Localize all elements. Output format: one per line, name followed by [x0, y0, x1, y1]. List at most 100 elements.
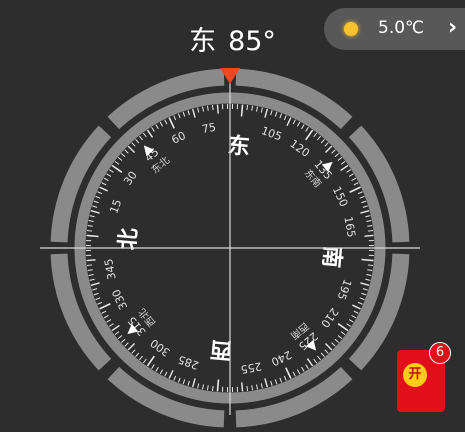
- tick-mark: [117, 335, 123, 340]
- tick-mark: [135, 352, 140, 358]
- tick-mark: [146, 355, 155, 367]
- tick-mark: [340, 164, 349, 172]
- tick-mark: [274, 379, 278, 385]
- degree-label: 195: [334, 277, 353, 301]
- tick-mark: [346, 169, 352, 173]
- tick-mark: [251, 105, 254, 111]
- tick-mark: [138, 135, 143, 141]
- tick-mark: [89, 278, 95, 281]
- tick-mark: [362, 288, 368, 291]
- tick-mark: [305, 126, 309, 132]
- tick-mark: [206, 385, 209, 391]
- tick-mark: [164, 119, 168, 125]
- tick-mark: [324, 145, 333, 154]
- tick-mark: [367, 224, 373, 227]
- tick-mark: [138, 355, 143, 361]
- tick-mark: [155, 366, 159, 372]
- tick-mark: [97, 301, 103, 305]
- tick-mark: [324, 349, 329, 354]
- tick-mark: [296, 121, 301, 127]
- tick-mark: [260, 107, 263, 113]
- tick-mark: [87, 224, 93, 227]
- degree-label: 345: [102, 258, 118, 281]
- tick-mark: [324, 342, 333, 351]
- tick-mark: [182, 379, 186, 385]
- tick-mark: [367, 264, 373, 267]
- tick-mark: [348, 319, 354, 323]
- tick-mark: [366, 220, 372, 222]
- tick-mark: [88, 274, 94, 276]
- red-packet-button[interactable]: 开 6: [397, 342, 451, 412]
- tick-mark: [87, 229, 93, 232]
- tick-mark: [111, 324, 120, 332]
- tick-mark: [367, 229, 373, 232]
- tick-mark: [274, 111, 278, 117]
- tick-mark: [357, 191, 363, 195]
- tick-mark: [117, 156, 123, 161]
- tick-mark: [286, 117, 292, 126]
- tick-mark: [177, 113, 181, 119]
- tick-mark: [313, 358, 318, 364]
- tick-mark: [192, 108, 196, 118]
- tick-mark: [120, 338, 126, 343]
- tick-mark: [92, 205, 98, 208]
- tick-mark: [346, 323, 352, 327]
- tick-mark: [264, 108, 268, 118]
- tick-mark: [173, 115, 177, 121]
- tick-mark: [103, 177, 109, 182]
- tick-mark: [365, 215, 371, 218]
- tick-mark: [120, 153, 126, 158]
- tick-mark: [348, 173, 354, 177]
- tick-mark: [251, 385, 254, 391]
- tick-mark: [279, 113, 283, 119]
- tick-mark: [99, 186, 108, 192]
- tick-mark: [106, 173, 112, 177]
- tick-mark: [86, 259, 96, 262]
- tick-mark: [164, 371, 168, 377]
- tick-mark: [364, 234, 374, 237]
- degree-label: 300: [148, 336, 173, 359]
- compass-dial: 1530456075 105120135150165195210225240255…: [40, 68, 420, 428]
- tick-mark: [361, 292, 367, 296]
- tick-mark: [106, 319, 112, 323]
- tick-mark: [216, 379, 220, 392]
- degree-label: 255: [240, 359, 263, 375]
- tick-mark: [187, 110, 190, 116]
- tick-mark: [95, 195, 101, 199]
- tick-mark: [89, 215, 95, 218]
- tick-mark: [260, 383, 263, 389]
- tick-mark: [240, 104, 244, 117]
- degree-label: 240: [269, 348, 294, 369]
- tick-mark: [87, 269, 93, 272]
- tick-mark: [320, 138, 325, 144]
- tick-mark: [182, 111, 186, 117]
- tick-mark: [142, 358, 147, 364]
- tick-mark: [101, 182, 107, 186]
- tick-mark: [306, 358, 314, 367]
- tick-mark: [361, 258, 374, 262]
- tick-mark: [292, 371, 296, 377]
- tick-mark: [360, 210, 370, 214]
- tick-mark: [353, 310, 359, 314]
- tick-mark: [296, 369, 301, 375]
- tick-mark: [331, 342, 336, 347]
- tick-mark: [351, 314, 357, 319]
- tick-mark: [317, 355, 322, 361]
- tick-mark: [285, 367, 292, 379]
- tick-mark: [264, 378, 268, 388]
- tick-mark: [131, 142, 136, 147]
- tick-mark: [256, 384, 258, 390]
- tick-mark: [124, 149, 129, 154]
- tick-mark: [114, 160, 120, 165]
- tick-mark: [367, 269, 373, 272]
- tick-mark: [197, 107, 200, 113]
- degree-label: 330: [110, 287, 131, 312]
- tick-mark: [283, 115, 287, 121]
- tick-mark: [331, 149, 336, 154]
- tick-mark: [301, 124, 305, 130]
- tick-mark: [256, 106, 258, 112]
- tick-mark: [131, 349, 136, 354]
- tick-mark: [151, 364, 155, 370]
- tick-mark: [206, 105, 209, 111]
- tick-mark: [359, 297, 365, 301]
